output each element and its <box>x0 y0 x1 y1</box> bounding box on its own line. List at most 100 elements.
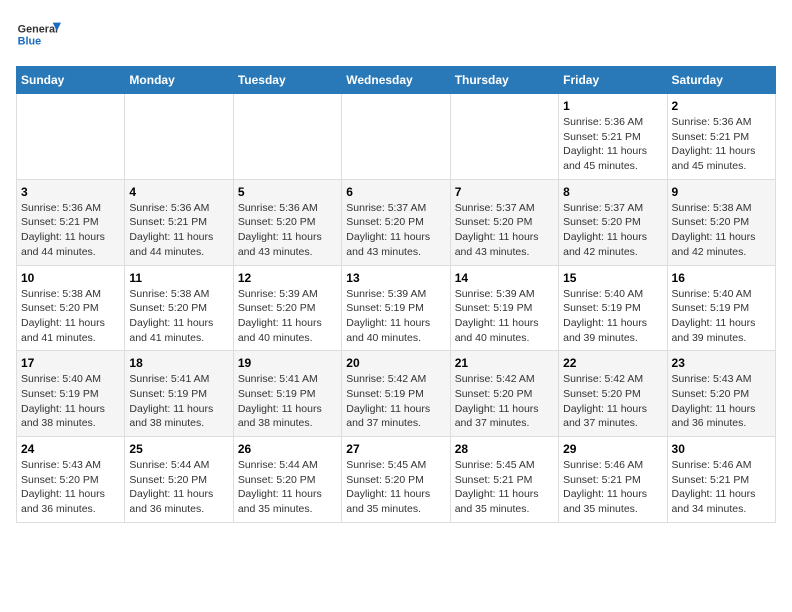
day-info: Sunrise: 5:38 AM Sunset: 5:20 PM Dayligh… <box>129 287 228 346</box>
day-number: 15 <box>563 271 662 285</box>
day-number: 13 <box>346 271 445 285</box>
col-header-wednesday: Wednesday <box>342 67 450 94</box>
calendar-cell: 20 Sunrise: 5:42 AM Sunset: 5:19 PM Dayli… <box>342 351 450 437</box>
day-number: 10 <box>21 271 120 285</box>
day-info: Sunrise: 5:37 AM Sunset: 5:20 PM Dayligh… <box>346 201 445 260</box>
calendar-cell: 23 Sunrise: 5:43 AM Sunset: 5:20 PM Dayli… <box>667 351 775 437</box>
calendar-cell <box>342 94 450 180</box>
day-number: 22 <box>563 356 662 370</box>
day-info: Sunrise: 5:44 AM Sunset: 5:20 PM Dayligh… <box>238 458 337 517</box>
calendar-cell: 28 Sunrise: 5:45 AM Sunset: 5:21 PM Dayli… <box>450 437 558 523</box>
day-number: 29 <box>563 442 662 456</box>
day-number: 16 <box>672 271 771 285</box>
day-number: 8 <box>563 185 662 199</box>
day-number: 28 <box>455 442 554 456</box>
day-info: Sunrise: 5:40 AM Sunset: 5:19 PM Dayligh… <box>21 372 120 431</box>
day-number: 7 <box>455 185 554 199</box>
calendar-cell: 26Sunrise: 5:44 AM Sunset: 5:20 PM Dayli… <box>233 437 341 523</box>
col-header-friday: Friday <box>559 67 667 94</box>
calendar-cell: 21 Sunrise: 5:42 AM Sunset: 5:20 PM Dayli… <box>450 351 558 437</box>
calendar-cell: 19 Sunrise: 5:41 AM Sunset: 5:19 PM Dayli… <box>233 351 341 437</box>
day-number: 3 <box>21 185 120 199</box>
calendar-cell: 29 Sunrise: 5:46 AM Sunset: 5:21 PM Dayli… <box>559 437 667 523</box>
calendar-cell: 5Sunrise: 5:36 AM Sunset: 5:20 PM Daylig… <box>233 179 341 265</box>
day-number: 27 <box>346 442 445 456</box>
day-info: Sunrise: 5:37 AM Sunset: 5:20 PM Dayligh… <box>563 201 662 260</box>
day-info: Sunrise: 5:46 AM Sunset: 5:21 PM Dayligh… <box>672 458 771 517</box>
day-number: 25 <box>129 442 228 456</box>
calendar-cell: 16 Sunrise: 5:40 AM Sunset: 5:19 PM Dayli… <box>667 265 775 351</box>
calendar-cell: 15Sunrise: 5:40 AM Sunset: 5:19 PM Dayli… <box>559 265 667 351</box>
day-info: Sunrise: 5:43 AM Sunset: 5:20 PM Dayligh… <box>21 458 120 517</box>
calendar-cell: 10 Sunrise: 5:38 AM Sunset: 5:20 PM Dayli… <box>17 265 125 351</box>
day-number: 17 <box>21 356 120 370</box>
day-info: Sunrise: 5:36 AM Sunset: 5:21 PM Dayligh… <box>563 115 662 174</box>
day-info: Sunrise: 5:36 AM Sunset: 5:21 PM Dayligh… <box>672 115 771 174</box>
calendar-cell: 24 Sunrise: 5:43 AM Sunset: 5:20 PM Dayli… <box>17 437 125 523</box>
calendar-cell: 22 Sunrise: 5:42 AM Sunset: 5:20 PM Dayli… <box>559 351 667 437</box>
calendar-cell: 18 Sunrise: 5:41 AM Sunset: 5:19 PM Dayli… <box>125 351 233 437</box>
calendar-cell: 9 Sunrise: 5:38 AM Sunset: 5:20 PM Daylig… <box>667 179 775 265</box>
day-info: Sunrise: 5:44 AM Sunset: 5:20 PM Dayligh… <box>129 458 228 517</box>
logo: General Blue <box>16 16 66 56</box>
calendar-cell <box>450 94 558 180</box>
calendar-cell: 4Sunrise: 5:36 AM Sunset: 5:21 PM Daylig… <box>125 179 233 265</box>
calendar-table: SundayMondayTuesdayWednesdayThursdayFrid… <box>16 66 776 523</box>
day-number: 19 <box>238 356 337 370</box>
day-info: Sunrise: 5:45 AM Sunset: 5:20 PM Dayligh… <box>346 458 445 517</box>
day-info: Sunrise: 5:36 AM Sunset: 5:20 PM Dayligh… <box>238 201 337 260</box>
day-number: 12 <box>238 271 337 285</box>
calendar-cell: 25 Sunrise: 5:44 AM Sunset: 5:20 PM Dayli… <box>125 437 233 523</box>
calendar-cell: 17 Sunrise: 5:40 AM Sunset: 5:19 PM Dayli… <box>17 351 125 437</box>
day-info: Sunrise: 5:39 AM Sunset: 5:19 PM Dayligh… <box>346 287 445 346</box>
day-info: Sunrise: 5:40 AM Sunset: 5:19 PM Dayligh… <box>672 287 771 346</box>
calendar-header: SundayMondayTuesdayWednesdayThursdayFrid… <box>17 67 776 94</box>
day-number: 2 <box>672 99 771 113</box>
day-number: 9 <box>672 185 771 199</box>
calendar-cell: 8 Sunrise: 5:37 AM Sunset: 5:20 PM Daylig… <box>559 179 667 265</box>
day-number: 14 <box>455 271 554 285</box>
calendar-cell <box>125 94 233 180</box>
day-info: Sunrise: 5:41 AM Sunset: 5:19 PM Dayligh… <box>129 372 228 431</box>
day-number: 6 <box>346 185 445 199</box>
day-number: 1 <box>563 99 662 113</box>
day-number: 23 <box>672 356 771 370</box>
calendar-cell: 30 Sunrise: 5:46 AM Sunset: 5:21 PM Dayli… <box>667 437 775 523</box>
day-info: Sunrise: 5:36 AM Sunset: 5:21 PM Dayligh… <box>21 201 120 260</box>
day-number: 18 <box>129 356 228 370</box>
calendar-cell: 12 Sunrise: 5:39 AM Sunset: 5:20 PM Dayli… <box>233 265 341 351</box>
day-number: 24 <box>21 442 120 456</box>
calendar-cell: 27 Sunrise: 5:45 AM Sunset: 5:20 PM Dayli… <box>342 437 450 523</box>
day-info: Sunrise: 5:45 AM Sunset: 5:21 PM Dayligh… <box>455 458 554 517</box>
day-info: Sunrise: 5:46 AM Sunset: 5:21 PM Dayligh… <box>563 458 662 517</box>
logo-svg: General Blue <box>16 16 66 56</box>
day-number: 30 <box>672 442 771 456</box>
svg-text:Blue: Blue <box>18 35 41 47</box>
calendar-cell <box>233 94 341 180</box>
day-number: 11 <box>129 271 228 285</box>
page-header: General Blue <box>16 16 776 56</box>
calendar-cell: 13 Sunrise: 5:39 AM Sunset: 5:19 PM Dayli… <box>342 265 450 351</box>
calendar-cell <box>17 94 125 180</box>
day-number: 21 <box>455 356 554 370</box>
calendar-cell: 7 Sunrise: 5:37 AM Sunset: 5:20 PM Daylig… <box>450 179 558 265</box>
day-info: Sunrise: 5:43 AM Sunset: 5:20 PM Dayligh… <box>672 372 771 431</box>
day-info: Sunrise: 5:39 AM Sunset: 5:19 PM Dayligh… <box>455 287 554 346</box>
calendar-cell: 1 Sunrise: 5:36 AM Sunset: 5:21 PM Daylig… <box>559 94 667 180</box>
day-info: Sunrise: 5:38 AM Sunset: 5:20 PM Dayligh… <box>672 201 771 260</box>
day-info: Sunrise: 5:39 AM Sunset: 5:20 PM Dayligh… <box>238 287 337 346</box>
day-info: Sunrise: 5:41 AM Sunset: 5:19 PM Dayligh… <box>238 372 337 431</box>
calendar-cell: 14 Sunrise: 5:39 AM Sunset: 5:19 PM Dayli… <box>450 265 558 351</box>
calendar-cell: 3 Sunrise: 5:36 AM Sunset: 5:21 PM Daylig… <box>17 179 125 265</box>
col-header-sunday: Sunday <box>17 67 125 94</box>
calendar-cell: 6 Sunrise: 5:37 AM Sunset: 5:20 PM Daylig… <box>342 179 450 265</box>
day-number: 4 <box>129 185 228 199</box>
day-number: 20 <box>346 356 445 370</box>
day-info: Sunrise: 5:37 AM Sunset: 5:20 PM Dayligh… <box>455 201 554 260</box>
day-info: Sunrise: 5:38 AM Sunset: 5:20 PM Dayligh… <box>21 287 120 346</box>
day-info: Sunrise: 5:42 AM Sunset: 5:19 PM Dayligh… <box>346 372 445 431</box>
calendar-cell: 2 Sunrise: 5:36 AM Sunset: 5:21 PM Daylig… <box>667 94 775 180</box>
day-info: Sunrise: 5:42 AM Sunset: 5:20 PM Dayligh… <box>455 372 554 431</box>
day-info: Sunrise: 5:42 AM Sunset: 5:20 PM Dayligh… <box>563 372 662 431</box>
svg-text:General: General <box>18 24 58 36</box>
